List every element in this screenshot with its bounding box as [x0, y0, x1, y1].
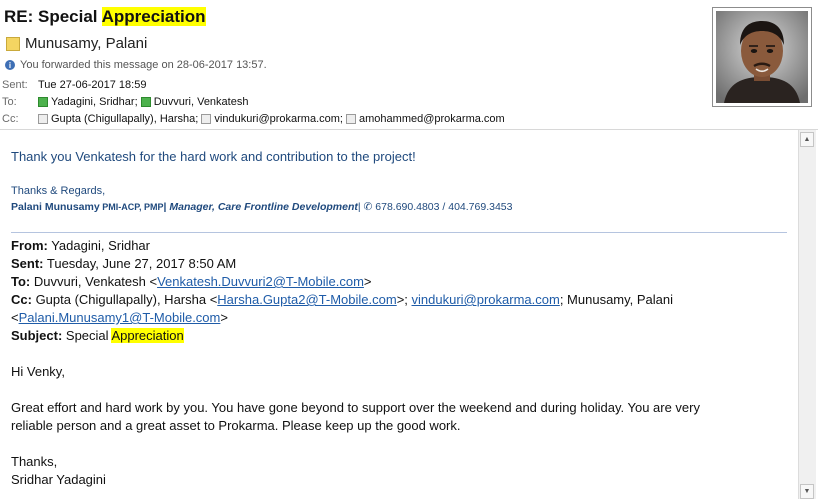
message-body[interactable]: Thank you Venkatesh for the hard work an… [0, 130, 798, 499]
quote-divider [11, 232, 787, 233]
subject-highlight: Appreciation [101, 7, 206, 26]
quoted-to: To: Duvvuri, Venkatesh <Venkatesh.Duvvur… [11, 274, 372, 289]
quoted-paragraph: reliable person and a great asset to Pro… [11, 418, 461, 433]
signature-title: Manager, Care Frontline Development [169, 201, 358, 213]
presence-status-icon [38, 114, 48, 124]
scroll-up-arrow-icon[interactable]: ▲ [800, 132, 814, 147]
presence-status-icon [346, 114, 357, 124]
thank-you-text: Thank you Venkatesh for the hard work an… [11, 149, 416, 164]
message-subject: RE: Special Appreciation [4, 7, 206, 27]
quoted-sent: Sent: Tuesday, June 27, 2017 8:50 AM [11, 256, 237, 271]
info-text[interactable]: You forwarded this message on 28-06-2017… [20, 59, 267, 71]
avatar [716, 11, 808, 103]
to-label: To: [2, 96, 17, 108]
sender-name[interactable]: Munusamy, Palani [25, 35, 147, 52]
sender[interactable]: Munusamy, Palani [6, 35, 147, 52]
recipient[interactable]: amohammed@prokarma.com [346, 113, 505, 125]
vertical-scrollbar[interactable]: ▲ ▼ [798, 130, 816, 499]
cc-recipients: Gupta (Chigullapally), Harsha; vindukuri… [38, 113, 505, 125]
signature-line: Palani Munusamy PMI-ACP, PMP| Manager, C… [11, 201, 512, 213]
sent-value: Tue 27-06-2017 18:59 [38, 79, 147, 91]
quoted-signature: Sridhar Yadagini [11, 472, 106, 487]
cc-label: Cc: [2, 113, 19, 125]
quoted-from: From: Yadagini, Sridhar [11, 238, 150, 253]
signature-phone: 678.690.4803 / 404.769.3453 [372, 201, 513, 213]
thanks-regards: Thanks & Regards, [11, 185, 106, 197]
quoted-closing: Thanks, [11, 454, 58, 469]
quoted-cc: Cc: Gupta (Chigullapally), Harsha <Harsh… [11, 292, 674, 307]
scroll-down-arrow-icon[interactable]: ▼ [800, 484, 814, 499]
subject-text: RE: Special [4, 7, 102, 26]
recipient[interactable]: vindukuri@prokarma.com; [201, 113, 343, 125]
signature-credentials: PMI-ACP, PMP [99, 202, 164, 212]
signature-name: Palani Munusamy [11, 201, 100, 213]
message-header: RE: Special Appreciation Munusamy, Palan… [0, 0, 818, 129]
sender-photo[interactable] [712, 7, 812, 107]
presence-status-icon [140, 97, 151, 107]
quoted-greeting: Hi Venky, [11, 364, 65, 379]
info-bar[interactable]: i You forwarded this message on 28-06-20… [5, 59, 267, 71]
email-link[interactable]: vindukuri@prokarma.com [412, 292, 560, 307]
sent-label: Sent: [2, 79, 28, 91]
recipient[interactable]: Gupta (Chigullapally), Harsha; [38, 113, 198, 125]
email-link[interactable]: Venkatesh.Duvvuri2@T-Mobile.com [157, 274, 364, 289]
recipient[interactable]: Duvvuri, Venkatesh [140, 96, 248, 108]
info-icon: i [5, 60, 15, 70]
contact-card-icon [6, 36, 20, 51]
email-link[interactable]: Harsha.Gupta2@T-Mobile.com [217, 292, 396, 307]
presence-status-icon [38, 97, 48, 107]
presence-status-icon [201, 114, 212, 124]
email-link[interactable]: Palani.Munusamy1@T-Mobile.com [19, 310, 221, 325]
quoted-paragraph: Great effort and hard work by you. You h… [11, 400, 700, 415]
quoted-subject: Subject: Special Appreciation [11, 328, 184, 343]
to-recipients: Yadagini, Sridhar; Duvvuri, Venkatesh [38, 96, 248, 108]
recipient[interactable]: Yadagini, Sridhar; [38, 96, 138, 108]
subject-highlight: Appreciation [111, 328, 184, 343]
quoted-cc-continued: <Palani.Munusamy1@T-Mobile.com> [11, 310, 228, 325]
